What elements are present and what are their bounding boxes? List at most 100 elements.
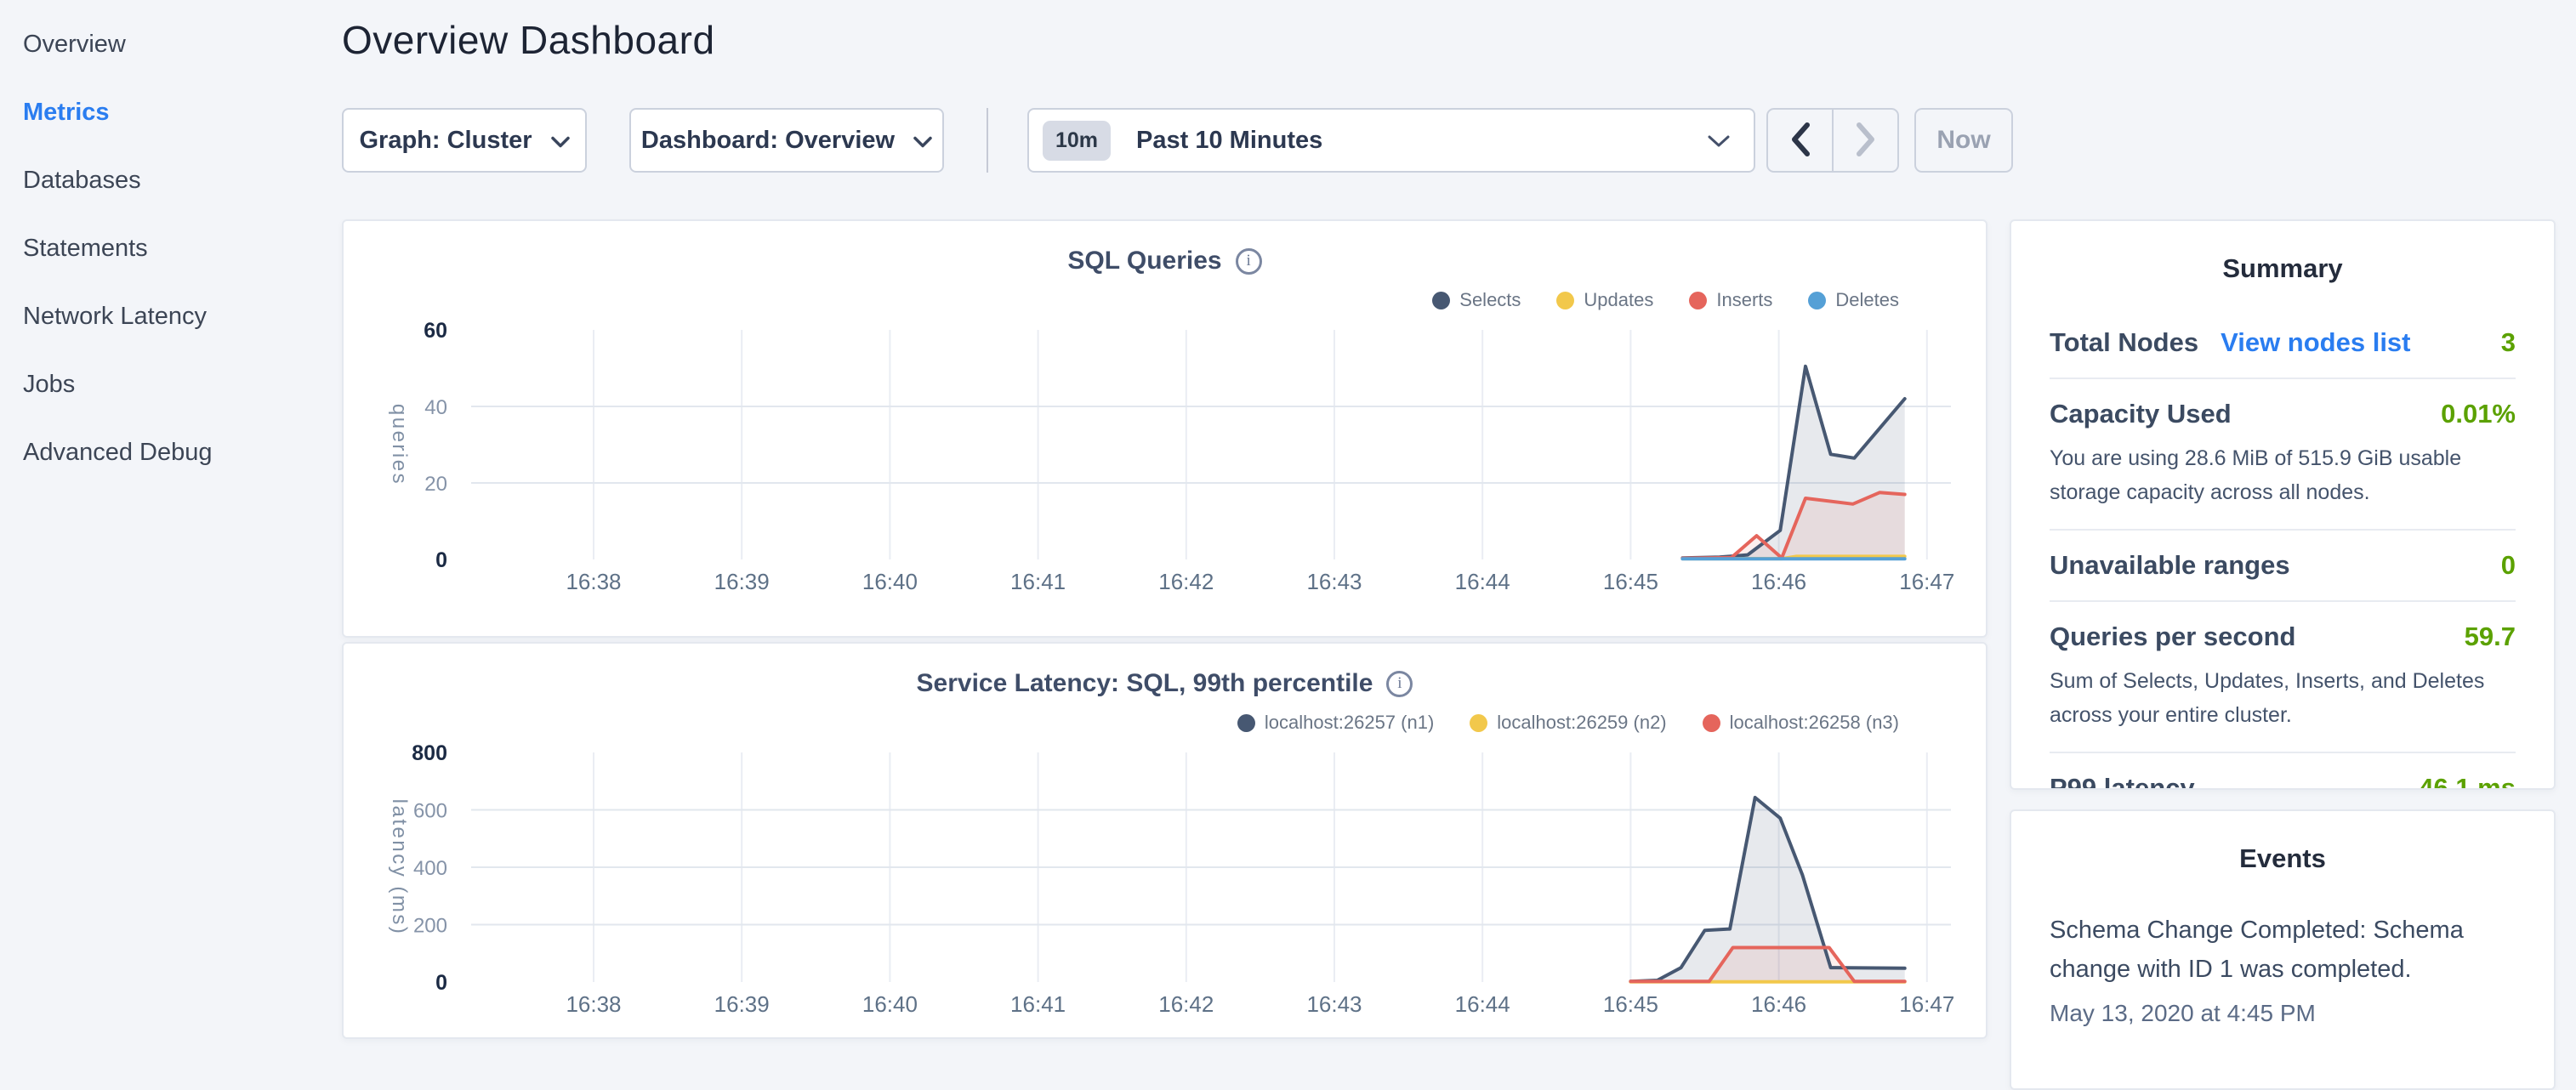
summary-label: Capacity Used — [2050, 399, 2232, 429]
x-tick-label: 16:38 — [566, 991, 621, 1017]
time-range-badge: 10m — [1043, 121, 1111, 161]
summary-rows: Total Nodes View nodes list 3 Capacity U… — [2050, 308, 2516, 790]
x-tick-label: 16:41 — [1010, 569, 1066, 594]
summary-title: Summary — [2050, 253, 2516, 284]
summary-value: 0 — [2501, 550, 2516, 581]
time-step-buttons — [1766, 108, 1899, 173]
summary-label: P99 latency — [2050, 773, 2195, 790]
y-tick-label: 800 — [412, 741, 447, 765]
x-tick-label: 16:44 — [1455, 569, 1510, 594]
legend-dot — [1703, 714, 1720, 732]
legend-label: Inserts — [1716, 289, 1772, 311]
x-tick-label: 16:44 — [1455, 991, 1510, 1017]
summary-label: Unavailable ranges — [2050, 550, 2290, 581]
legend-item-n3[interactable]: localhost:26258 (n3) — [1703, 712, 1899, 734]
sidebar-item-statements[interactable]: Statements — [0, 214, 340, 282]
sql-queries-plot[interactable]: 020406016:3816:3916:4016:4116:4216:4316:… — [344, 221, 1986, 636]
chevron-down-icon — [913, 127, 932, 155]
x-tick-label: 16:39 — [714, 569, 770, 594]
summary-value: 3 — [2501, 327, 2516, 358]
chart-title: SQL Queries — [1067, 247, 1221, 275]
legend-item-updates[interactable]: Updates — [1556, 289, 1653, 311]
chart-header: SQL Queries i — [344, 247, 1986, 275]
legend-dot — [1432, 292, 1450, 309]
now-button[interactable]: Now — [1914, 108, 2013, 173]
x-tick-label: 16:43 — [1306, 569, 1362, 594]
legend-item-selects[interactable]: Selects — [1432, 289, 1521, 311]
sidebar-item-databases[interactable]: Databases — [0, 146, 340, 214]
summary-row-p99-latency: P99 latency 46.1 ms — [2050, 752, 2516, 790]
chart-svg: 020406016:3816:3916:4016:4116:4216:4316:… — [344, 221, 1986, 636]
service-latency-chart-card: 020040060080016:3816:3916:4016:4116:4216… — [342, 642, 1987, 1039]
sidebar-item-overview[interactable]: Overview — [0, 10, 340, 78]
dashboard-controls: Graph: Cluster Dashboard: Overview 10m P… — [342, 108, 2013, 173]
graph-dropdown-label: Graph: Cluster — [359, 127, 532, 155]
chevron-left-icon — [1788, 122, 1812, 160]
controls-divider — [987, 108, 988, 173]
x-tick-label: 16:47 — [1899, 991, 1954, 1017]
time-range-label: Past 10 Minutes — [1136, 127, 1322, 155]
summary-subtext: You are using 28.6 MiB of 515.9 GiB usab… — [2050, 441, 2516, 509]
y-tick-label: 0 — [435, 971, 447, 995]
y-tick-label: 60 — [424, 319, 447, 343]
summary-value: 46.1 ms — [2419, 773, 2516, 790]
legend-item-inserts[interactable]: Inserts — [1689, 289, 1772, 311]
cluster-summary-panel: Summary Total Nodes View nodes list 3 Ca… — [2010, 219, 2556, 790]
legend-dot — [1237, 714, 1255, 732]
time-next-button[interactable] — [1832, 110, 1897, 171]
summary-row-unavailable-ranges: Unavailable ranges 0 — [2050, 529, 2516, 600]
x-tick-label: 16:45 — [1603, 569, 1658, 594]
summary-label: Total Nodes — [2050, 327, 2198, 358]
chart-header: Service Latency: SQL, 99th percentile i — [344, 669, 1986, 698]
x-tick-label: 16:43 — [1306, 991, 1362, 1017]
legend-label: Deletes — [1835, 289, 1899, 311]
time-prev-button[interactable] — [1768, 110, 1832, 171]
x-tick-label: 16:46 — [1751, 569, 1806, 594]
event-list-item[interactable]: Schema Change Completed: Schema change w… — [2050, 911, 2516, 1027]
x-tick-label: 16:47 — [1899, 569, 1954, 594]
events-title: Events — [2050, 843, 2516, 874]
view-nodes-list-link[interactable]: View nodes list — [2221, 327, 2410, 358]
sidebar-item-advanced-debug[interactable]: Advanced Debug — [0, 418, 340, 486]
x-tick-label: 16:40 — [862, 569, 918, 594]
chart-title: Service Latency: SQL, 99th percentile — [917, 669, 1373, 698]
event-message: Schema Change Completed: Schema change w… — [2050, 911, 2516, 990]
y-tick-label: 400 — [413, 857, 447, 880]
y-tick-label: 200 — [413, 915, 447, 938]
dashboard-dropdown[interactable]: Dashboard: Overview — [629, 108, 944, 173]
legend-dot — [1470, 714, 1487, 732]
legend-label: localhost:26259 (n2) — [1497, 712, 1666, 734]
sidebar-item-network-latency[interactable]: Network Latency — [0, 282, 340, 350]
x-tick-label: 16:46 — [1751, 991, 1806, 1017]
x-tick-label: 16:39 — [714, 991, 770, 1017]
x-tick-label: 16:45 — [1603, 991, 1658, 1017]
y-tick-label: 0 — [435, 548, 447, 572]
legend-item-n1[interactable]: localhost:26257 (n1) — [1237, 712, 1434, 734]
summary-label: Queries per second — [2050, 622, 2295, 652]
legend-item-n2[interactable]: localhost:26259 (n2) — [1470, 712, 1666, 734]
legend-label: Updates — [1584, 289, 1653, 311]
legend-item-deletes[interactable]: Deletes — [1808, 289, 1899, 311]
sidebar-item-metrics[interactable]: Metrics — [0, 78, 340, 146]
chart-svg: 020040060080016:3816:3916:4016:4116:4216… — [344, 644, 1986, 1037]
service-latency-plot[interactable]: 020040060080016:3816:3916:4016:4116:4216… — [344, 644, 1986, 1037]
legend-dot — [1808, 292, 1826, 309]
legend-label: Selects — [1459, 289, 1521, 311]
chevron-down-icon — [1708, 127, 1730, 155]
page-title: Overview Dashboard — [342, 17, 715, 63]
y-tick-label: 600 — [413, 800, 447, 823]
dashboard-dropdown-label: Dashboard: Overview — [641, 127, 895, 155]
chart-legend: Selects Updates Inserts Deletes — [1432, 289, 1899, 311]
graph-dropdown[interactable]: Graph: Cluster — [342, 108, 587, 173]
time-range-selector[interactable]: 10m Past 10 Minutes — [1027, 108, 1755, 173]
y-axis-title: latency (ms) — [388, 799, 411, 936]
summary-row-capacity-used: Capacity Used 0.01% You are using 28.6 M… — [2050, 378, 2516, 529]
legend-dot — [1689, 292, 1707, 309]
info-icon[interactable]: i — [1236, 248, 1262, 275]
summary-subtext: Sum of Selects, Updates, Inserts, and De… — [2050, 664, 2516, 732]
info-icon[interactable]: i — [1386, 671, 1413, 697]
x-tick-label: 16:38 — [566, 569, 621, 594]
sidebar-item-jobs[interactable]: Jobs — [0, 350, 340, 418]
y-tick-label: 40 — [424, 396, 447, 419]
legend-label: localhost:26258 (n3) — [1730, 712, 1899, 734]
